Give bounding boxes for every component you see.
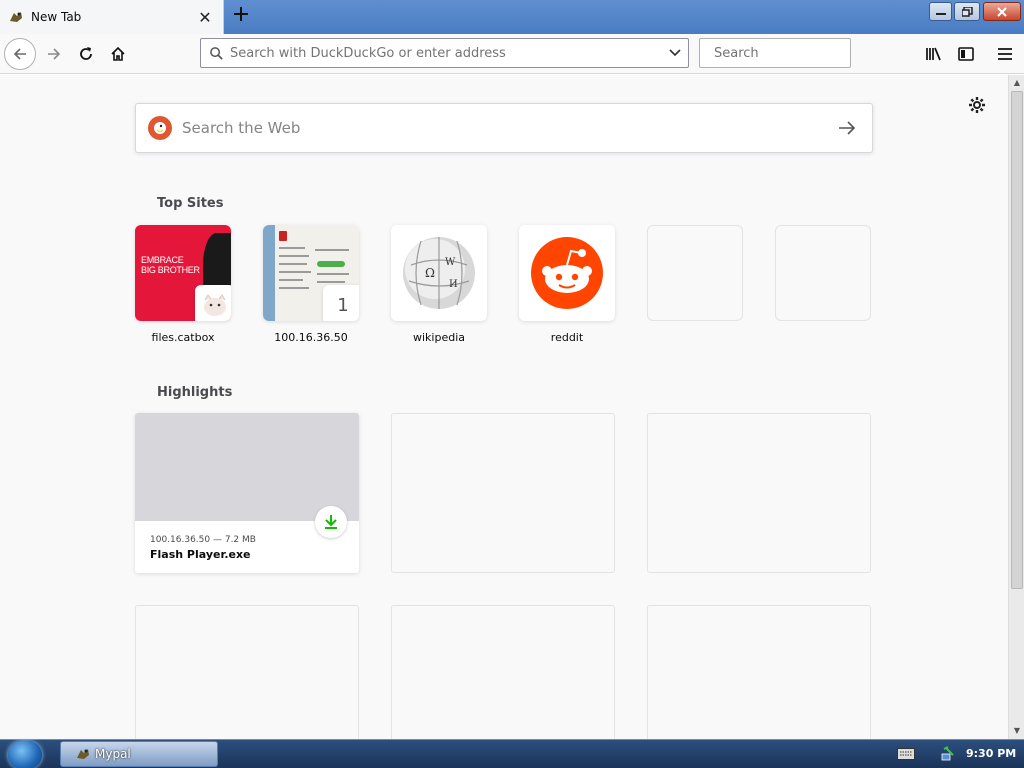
minimize-icon (935, 12, 946, 15)
forward-arrow-icon (48, 48, 61, 60)
restore-icon (961, 6, 973, 17)
wikipedia-logo-icon: Ω W И (403, 231, 475, 309)
search-icon (210, 46, 223, 60)
keyboard-icon[interactable] (897, 748, 915, 760)
library-button[interactable] (918, 38, 950, 70)
badge-number: 1 (337, 294, 349, 316)
top-site-tile[interactable]: EMBRACE BIG BROTHER (135, 225, 231, 321)
top-site-100-16-36-50[interactable]: 1 100.16.36.50 (263, 225, 359, 344)
url-input[interactable] (230, 45, 662, 61)
minimize-button[interactable] (929, 2, 952, 21)
reload-icon (80, 47, 92, 60)
top-site-label: files.catbox (151, 331, 215, 344)
scroll-down-arrow-icon[interactable]: ▼ (1009, 723, 1024, 739)
top-site-placeholder[interactable] (775, 225, 871, 321)
top-site-tile[interactable]: 1 (263, 225, 359, 321)
highlight-placeholder (647, 413, 871, 573)
search-input[interactable] (714, 45, 884, 61)
restore-button[interactable] (954, 2, 980, 21)
download-icon (325, 515, 337, 529)
vertical-scrollbar[interactable]: ▲ ▼ (1008, 75, 1024, 739)
scrollbar-thumb[interactable] (1011, 91, 1023, 589)
top-site-tile[interactable] (519, 225, 615, 321)
highlight-placeholder (391, 413, 615, 573)
top-site-wikipedia[interactable]: Ω W И wikipedia (391, 225, 487, 344)
top-site-label: reddit (550, 331, 584, 344)
scroll-up-arrow-icon[interactable]: ▲ (1009, 75, 1024, 91)
mypal-app-icon (77, 749, 89, 759)
home-icon (111, 46, 125, 61)
page-settings-button[interactable] (966, 94, 988, 116)
reddit-logo-icon (531, 237, 603, 309)
download-badge (315, 506, 347, 538)
highlight-preview (135, 413, 359, 521)
back-arrow-icon (13, 48, 26, 60)
new-tab-page: Top Sites EMBRACE BIG BROTHER files.catb… (0, 75, 1008, 739)
search-bar[interactable] (699, 38, 884, 68)
duckduckgo-logo-icon (148, 116, 172, 140)
home-button[interactable] (102, 38, 134, 70)
top-site-reddit[interactable]: reddit (519, 225, 615, 344)
close-icon (997, 6, 1007, 17)
top-site-files-catbox[interactable]: EMBRACE BIG BROTHER files.catbox (135, 225, 231, 344)
svg-text:Ω: Ω (425, 266, 435, 280)
highlights-heading: Highlights (157, 385, 233, 400)
hamburger-menu-icon (998, 48, 1012, 60)
menu-button[interactable] (989, 38, 1021, 70)
tab-new-tab[interactable]: New Tab ✕ (0, 0, 224, 34)
top-site-tile[interactable]: Ω W И (391, 225, 487, 321)
highlight-placeholder (647, 605, 871, 739)
tab-close-icon[interactable]: ✕ (195, 8, 215, 27)
url-bar[interactable] (200, 38, 689, 68)
back-button[interactable] (4, 38, 36, 70)
top-site-empty[interactable] (647, 225, 743, 321)
highlight-meta: 100.16.36.50 — 7.2 MB (150, 535, 256, 545)
arrow-right-icon (839, 121, 856, 135)
library-icon (926, 47, 941, 61)
plus-icon (234, 7, 248, 21)
top-site-empty[interactable] (775, 225, 871, 321)
taskbar-app-mypal[interactable]: Mypal (60, 741, 218, 767)
svg-text:И: И (449, 279, 458, 290)
taskbar: Mypal 9:30 PM (0, 739, 1024, 768)
top-site-label: wikipedia (412, 331, 465, 344)
network-icon[interactable] (940, 745, 958, 763)
top-site-placeholder[interactable] (647, 225, 743, 321)
top-site-label: 100.16.36.50 (274, 331, 348, 344)
title-bar: New Tab ✕ (0, 0, 1024, 34)
thumb-text: EMBRACE (141, 255, 184, 265)
start-button[interactable] (8, 741, 42, 768)
sidebar-icon (958, 47, 974, 61)
url-dropdown-button[interactable] (662, 40, 688, 66)
highlight-placeholder (135, 605, 359, 739)
clock[interactable]: 9:30 PM (966, 747, 1016, 760)
chevron-down-icon (669, 49, 681, 57)
nav-toolbar (0, 34, 1024, 74)
gear-icon (969, 97, 985, 113)
forward-button[interactable] (38, 38, 70, 70)
window-close-button[interactable] (983, 2, 1021, 21)
svg-text:W: W (445, 257, 456, 268)
site-count-badge: 1 (323, 285, 359, 321)
thumb-text: BIG BROTHER (141, 265, 200, 275)
top-sites-heading: Top Sites (157, 196, 224, 211)
web-search-box[interactable] (135, 103, 873, 153)
web-search-submit-button[interactable] (822, 104, 872, 152)
web-search-input[interactable] (182, 119, 822, 137)
new-tab-button[interactable] (228, 4, 254, 30)
mypal-favicon-icon (10, 12, 22, 22)
highlight-card-download[interactable]: 100.16.36.50 — 7.2 MB Flash Player.exe (135, 413, 359, 573)
reload-button[interactable] (70, 38, 102, 70)
taskbar-app-label: Mypal (95, 747, 131, 761)
highlight-title: Flash Player.exe (150, 548, 251, 561)
highlight-placeholder (391, 605, 615, 739)
sidebar-button[interactable] (950, 38, 982, 70)
catbox-favicon-icon (195, 285, 231, 321)
tab-title: New Tab (31, 10, 82, 24)
